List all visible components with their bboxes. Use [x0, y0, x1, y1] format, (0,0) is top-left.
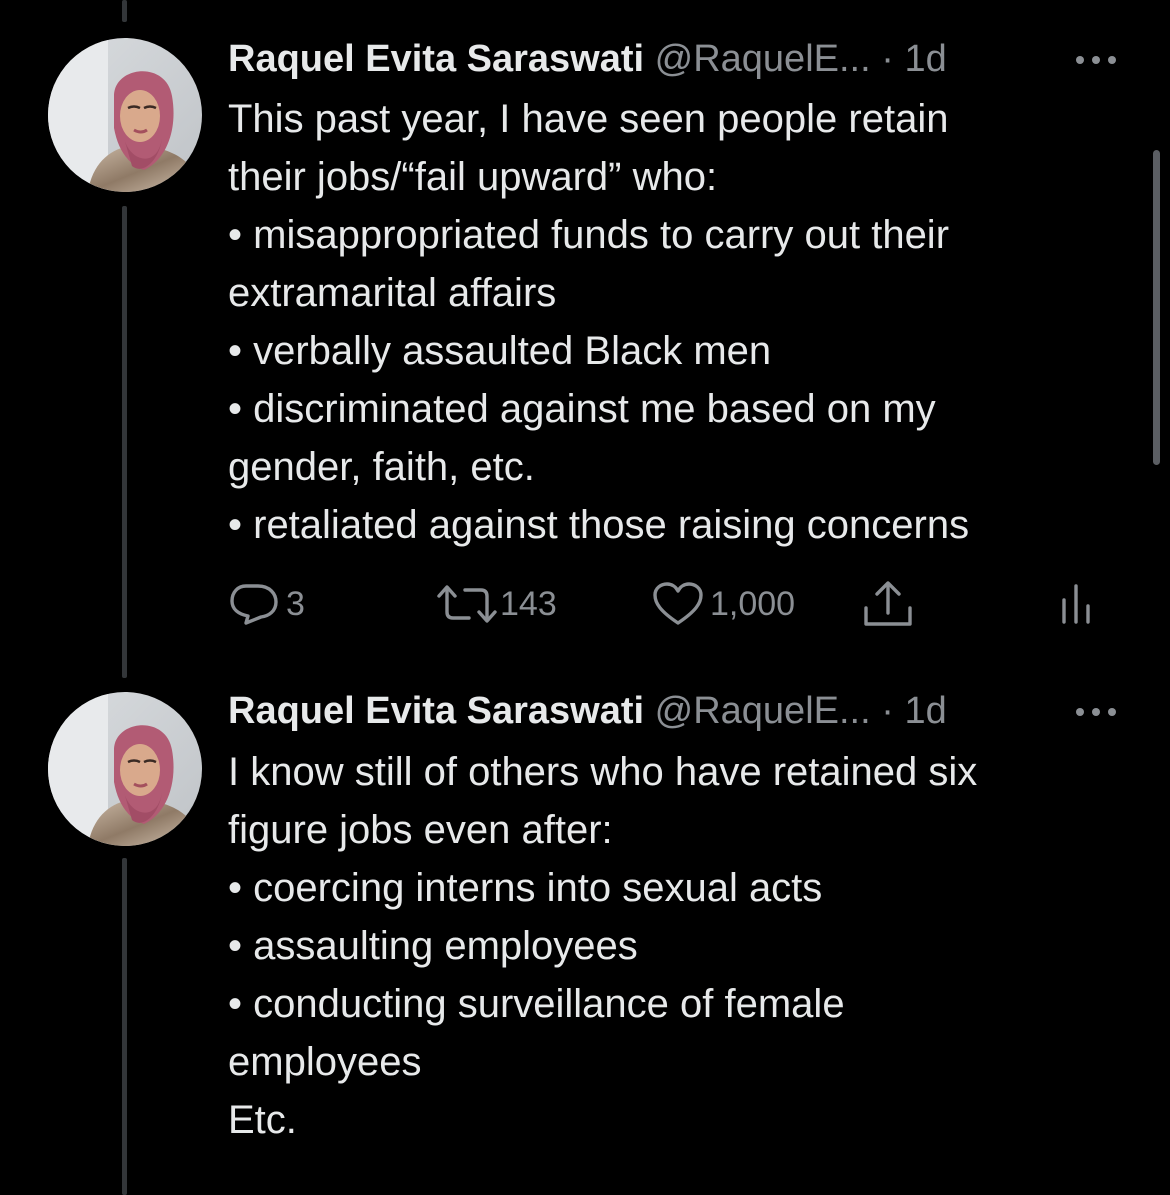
tweet-text: I know still of others who have retained… — [228, 743, 1138, 1149]
like-button[interactable]: 1,000 — [652, 576, 795, 632]
share-button[interactable] — [860, 576, 916, 632]
tweet-text-line: This past year, I have seen people retai… — [228, 97, 949, 141]
tweet-text-line: • conducting surveillance of female — [228, 982, 845, 1026]
thread-line-top — [122, 0, 127, 22]
scrollbar[interactable] — [1153, 150, 1160, 465]
tweet-header: Raquel Evita Saraswati @RaquelE... · 1d — [228, 34, 1128, 84]
heart-icon — [653, 582, 703, 625]
avatar[interactable] — [48, 38, 202, 192]
author-handle[interactable]: @RaquelE... — [655, 38, 871, 80]
tweet-text-line: • discriminated against me based on my — [228, 387, 936, 431]
reply-button[interactable]: 3 — [228, 576, 305, 632]
tweet-text-line: • misappropriated funds to carry out the… — [228, 213, 950, 257]
like-count: 1,000 — [710, 584, 796, 623]
retweet-count: 143 — [500, 584, 557, 623]
tweet-text-line: Etc. — [228, 1098, 297, 1142]
header-separator: · — [881, 38, 894, 80]
timestamp[interactable]: 1d — [904, 690, 946, 732]
author-name[interactable]: Raquel Evita Saraswati — [228, 690, 644, 732]
more-options-icon[interactable] — [1072, 702, 1120, 722]
retweet-icon — [437, 585, 497, 623]
author-handle[interactable]: @RaquelE... — [655, 690, 871, 732]
reply-icon — [230, 584, 278, 625]
tweet-text-line: their jobs/“fail upward” who: — [228, 155, 718, 199]
tweet-header: Raquel Evita Saraswati @RaquelE... · 1d — [228, 686, 1128, 736]
avatar[interactable] — [48, 692, 202, 846]
analytics-icon — [1062, 584, 1090, 624]
tweet-text-line: • verbally assaulted Black men — [228, 329, 772, 373]
author-name[interactable]: Raquel Evita Saraswati — [228, 38, 644, 80]
tweet-text-line: I know still of others who have retained… — [228, 750, 978, 794]
analytics-button[interactable] — [1058, 576, 1094, 632]
timestamp[interactable]: 1d — [904, 38, 946, 80]
header-separator: · — [881, 690, 894, 732]
tweet-actions: 3 143 1,000 — [228, 576, 1108, 632]
retweet-button[interactable]: 143 — [436, 576, 557, 632]
tweet-text-line: • coercing interns into sexual acts — [228, 866, 823, 910]
share-icon — [864, 581, 912, 626]
thread-line-middle — [122, 206, 127, 678]
tweet-text-line: employees — [228, 1040, 422, 1084]
tweet-text-line: extramarital affairs — [228, 271, 557, 315]
more-options-icon[interactable] — [1072, 50, 1120, 70]
thread-line-bottom — [122, 858, 127, 1195]
tweet-text: This past year, I have seen people retai… — [228, 90, 1138, 554]
tweet-text-line: figure jobs even after: — [228, 808, 613, 852]
reply-count: 3 — [286, 584, 305, 623]
tweet-text-line: gender, faith, etc. — [228, 445, 535, 489]
tweet-text-line: • assaulting employees — [228, 924, 638, 968]
tweet-text-line: • retaliated against those raising conce… — [228, 503, 970, 547]
